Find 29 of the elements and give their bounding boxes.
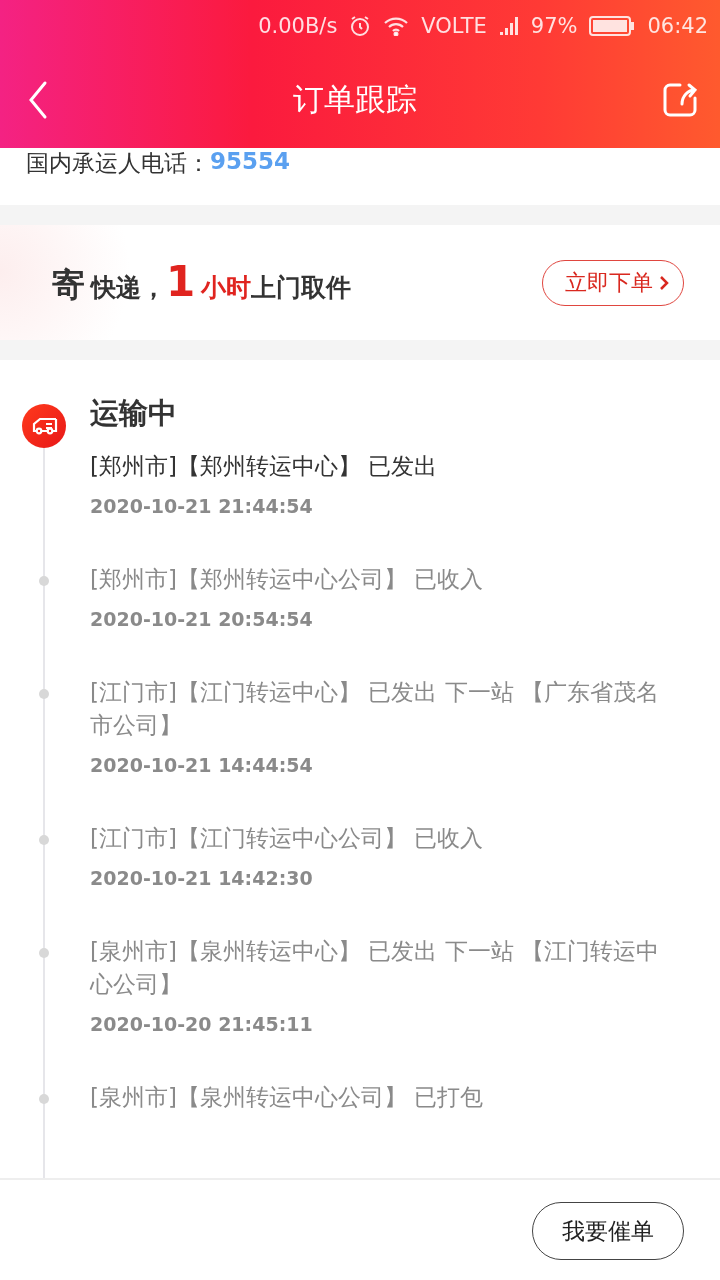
network-speed: 0.00B/s <box>258 14 338 38</box>
share-button[interactable] <box>662 82 698 118</box>
network-type: VOLTE <box>421 14 487 38</box>
battery-icon <box>589 15 636 37</box>
chevron-icon <box>659 274 669 291</box>
event-time: 2020-10-21 20:54:54 <box>90 608 314 630</box>
event-time: 2020-10-21 14:44:54 <box>90 754 314 776</box>
phone-link[interactable]: 95554 <box>210 148 291 174</box>
order-now-button[interactable]: 立即下单 <box>542 259 684 306</box>
event-text: [郑州市]【郑州转运中心公司】 已收入 <box>90 565 485 594</box>
battery-percent: 97% <box>530 14 578 38</box>
page-title: 订单跟踪 <box>293 80 417 119</box>
event-time: 2020-10-21 21:44:54 <box>90 495 314 517</box>
shipping-status: 运输中 <box>90 395 178 432</box>
promo-text: 寄 快递，1 小时上门取件 <box>52 257 352 308</box>
event-text: [泉州市]【泉州转运中心】 已发出 下一站 【江门转运中心公司】 <box>90 937 660 999</box>
event-text: [郑州市]【郑州转运中心】 已发出 <box>90 452 439 481</box>
alarm-icon <box>349 15 372 37</box>
event-time: 2020-10-21 14:42:30 <box>90 867 314 889</box>
event-text: [泉州市]【泉州转运中心公司】 已打包 <box>90 1083 485 1112</box>
carrier-phone-label: 国内承运人电话： <box>26 149 210 178</box>
wifi-icon <box>383 16 410 36</box>
event-time: 2020-10-20 21:45:11 <box>90 1013 314 1035</box>
urge-order-button[interactable]: 我要催单 <box>532 1202 684 1260</box>
clock: 06:42 <box>647 14 708 38</box>
back-button[interactable] <box>28 80 48 120</box>
event-text: [江门市]【江门转运中心公司】 已收入 <box>90 824 485 853</box>
signal-icon <box>498 16 519 36</box>
event-text: [江门市]【江门转运中心】 已发出 下一站 【广东省茂名市公司】 <box>90 678 660 740</box>
